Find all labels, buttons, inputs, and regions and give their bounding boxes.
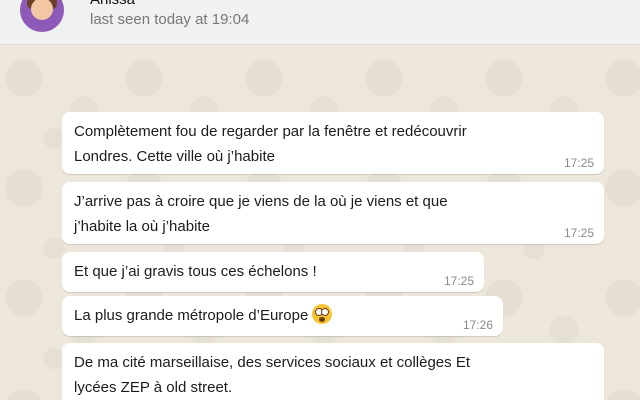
message-time: 17:25 xyxy=(443,274,474,288)
message-time: 17:25 xyxy=(563,156,594,170)
message-list[interactable]: Complètement fou de regarder par la fenê… xyxy=(0,45,640,400)
message-bubble[interactable]: La plus grande métropole d’Europe 17:26 xyxy=(62,296,503,336)
message-text: La plus grande métropole d’Europe xyxy=(74,303,491,328)
message-text: Complètement fou de regarder par la fenê… xyxy=(74,123,467,165)
message-time: 17:25 xyxy=(563,226,594,240)
flushed-face-emoji-icon xyxy=(312,304,333,324)
message-bubble[interactable]: De ma cité marseillaise, des services so… xyxy=(62,343,604,400)
contact-avatar[interactable] xyxy=(20,0,64,32)
message-bubble[interactable]: Et que j’ai gravis tous ces échelons ! 1… xyxy=(62,252,484,292)
message-text: De ma cité marseillaise, des services so… xyxy=(74,354,470,396)
message-text: Et que j’ai gravis tous ces échelons ! xyxy=(74,263,317,280)
avatar-face xyxy=(31,0,53,20)
message-bubble[interactable]: Complètement fou de regarder par la fenê… xyxy=(62,112,604,174)
message-text-content: La plus grande métropole d’Europe xyxy=(74,307,309,324)
last-seen-status: last seen today at 19:04 xyxy=(90,11,250,28)
message-bubble[interactable]: J’arrive pas à croire que je viens de la… xyxy=(62,182,604,244)
contact-name[interactable]: Anissa xyxy=(90,0,135,8)
message-time: 17:26 xyxy=(462,318,493,332)
chat-header[interactable]: Anissa last seen today at 19:04 xyxy=(0,0,640,45)
message-text: J’arrive pas à croire que je viens de la… xyxy=(74,193,448,235)
